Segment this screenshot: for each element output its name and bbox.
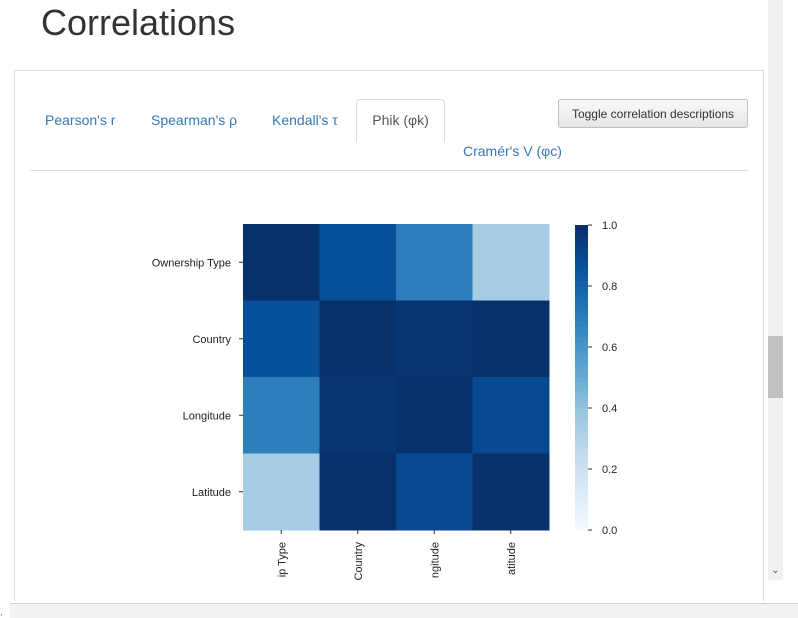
heatmap-cell xyxy=(243,453,320,531)
colorbar-segment xyxy=(575,463,588,470)
scrollbar-thumb[interactable] xyxy=(768,336,783,398)
colorbar-segment xyxy=(575,331,588,338)
heatmap-cell xyxy=(319,300,397,378)
colorbar-segment xyxy=(575,286,588,292)
colorbar-segment xyxy=(575,311,588,318)
heatmap-cell xyxy=(472,224,550,301)
colorbar-tick-label: 0.4 xyxy=(602,403,617,415)
x-tick-label: atitude xyxy=(506,542,518,575)
colorbar-segment xyxy=(575,230,588,236)
heatmap-cell xyxy=(243,224,320,301)
colorbar-segment xyxy=(575,357,588,363)
y-tick-label: Latitude xyxy=(192,487,231,499)
heatmap-cell xyxy=(319,224,397,301)
heatmap-cell xyxy=(396,224,473,301)
colorbar-tick-label: 0.8 xyxy=(602,281,617,293)
colorbar-segment xyxy=(575,413,588,419)
colorbar-segment xyxy=(575,352,588,358)
colorbar-segment xyxy=(575,489,588,496)
colorbar-segment xyxy=(575,275,588,282)
colorbar-segment xyxy=(575,499,588,506)
colorbar-segment xyxy=(575,402,588,409)
colorbar-tick-label: 0.2 xyxy=(602,464,617,476)
colorbar-segment xyxy=(575,504,588,511)
heatmap-cell xyxy=(243,377,320,454)
colorbar-segment xyxy=(575,474,588,480)
colorbar-segment xyxy=(575,291,588,297)
scrollbar-track[interactable] xyxy=(768,0,783,580)
colorbar-segment xyxy=(575,418,588,424)
heatmap-cell xyxy=(472,453,550,531)
colorbar-segment xyxy=(575,433,588,440)
heatmap-cell xyxy=(319,377,397,454)
colorbar-segment xyxy=(575,296,588,302)
colorbar-segment xyxy=(575,265,588,272)
colorbar-segment xyxy=(575,377,588,384)
colorbar-tick-label: 0.0 xyxy=(602,525,617,537)
colorbar-tick-label: 0.6 xyxy=(602,342,617,354)
footer-mark: , xyxy=(0,607,3,617)
colorbar-segment xyxy=(575,479,588,485)
heatmap-cell xyxy=(472,377,550,454)
colorbar-segment xyxy=(575,438,588,445)
colorbar-segment xyxy=(575,341,588,348)
colorbar-segment xyxy=(575,524,588,531)
colorbar-segment xyxy=(575,509,588,516)
colorbar-segment xyxy=(575,270,588,277)
colorbar-segment xyxy=(575,448,588,455)
colorbar-tick-label: 1.0 xyxy=(602,220,617,232)
heatmap-cell xyxy=(243,300,320,378)
y-tick-label: Longitude xyxy=(183,410,231,422)
colorbar-segment xyxy=(575,367,588,374)
colorbar-segment xyxy=(575,347,588,353)
scroll-down-arrow-icon[interactable]: ⌄ xyxy=(768,563,783,579)
heatmap-cell xyxy=(396,300,473,378)
colorbar-segment xyxy=(575,469,588,475)
correlation-heatmap: Ownership Type Country Longitude Latitude ip… xyxy=(152,220,618,581)
colorbar-segment xyxy=(575,428,588,435)
y-tick-label: Ownership Type xyxy=(152,257,231,269)
colorbar-segment xyxy=(575,240,588,246)
colorbar-segment xyxy=(575,260,588,267)
colorbar-segment xyxy=(575,453,588,460)
colorbar-segment xyxy=(575,250,588,257)
colorbar-segment xyxy=(575,397,588,404)
colorbar-segment xyxy=(575,372,588,379)
colorbar-segment xyxy=(575,245,588,252)
colorbar-segment xyxy=(575,316,588,323)
x-tick-label: ngitude xyxy=(429,542,441,578)
colorbar-segment xyxy=(575,301,588,307)
colorbar-segment xyxy=(575,443,588,450)
colorbar-segment xyxy=(575,382,588,389)
colorbar-segment xyxy=(575,408,588,414)
colorbar-segment xyxy=(575,494,588,501)
colorbar-segment xyxy=(575,362,588,368)
x-tick-label: ip Type xyxy=(276,542,288,577)
colorbar-segment xyxy=(575,306,588,313)
colorbar-segment xyxy=(575,514,588,521)
colorbar-segment xyxy=(575,392,588,399)
colorbar-segment xyxy=(575,225,588,231)
colorbar-segment xyxy=(575,326,588,333)
colorbar-segment xyxy=(575,235,588,241)
bottom-bar xyxy=(10,603,798,618)
colorbar-segment xyxy=(575,423,588,429)
colorbar-segment xyxy=(575,458,588,465)
colorbar-segment xyxy=(575,484,588,490)
colorbar-segment xyxy=(575,387,588,394)
x-tick-label: Country xyxy=(353,542,365,581)
heatmap-cell xyxy=(319,453,397,531)
heatmap-cell xyxy=(472,300,550,378)
y-tick-label: Country xyxy=(192,334,231,346)
colorbar-segment xyxy=(575,321,588,328)
colorbar-segment xyxy=(575,255,588,262)
colorbar-segment xyxy=(575,519,588,526)
colorbar-segment xyxy=(575,280,588,287)
colorbar-segment xyxy=(575,336,588,343)
heatmap-cell xyxy=(396,453,473,531)
heatmap-cell xyxy=(396,377,473,454)
